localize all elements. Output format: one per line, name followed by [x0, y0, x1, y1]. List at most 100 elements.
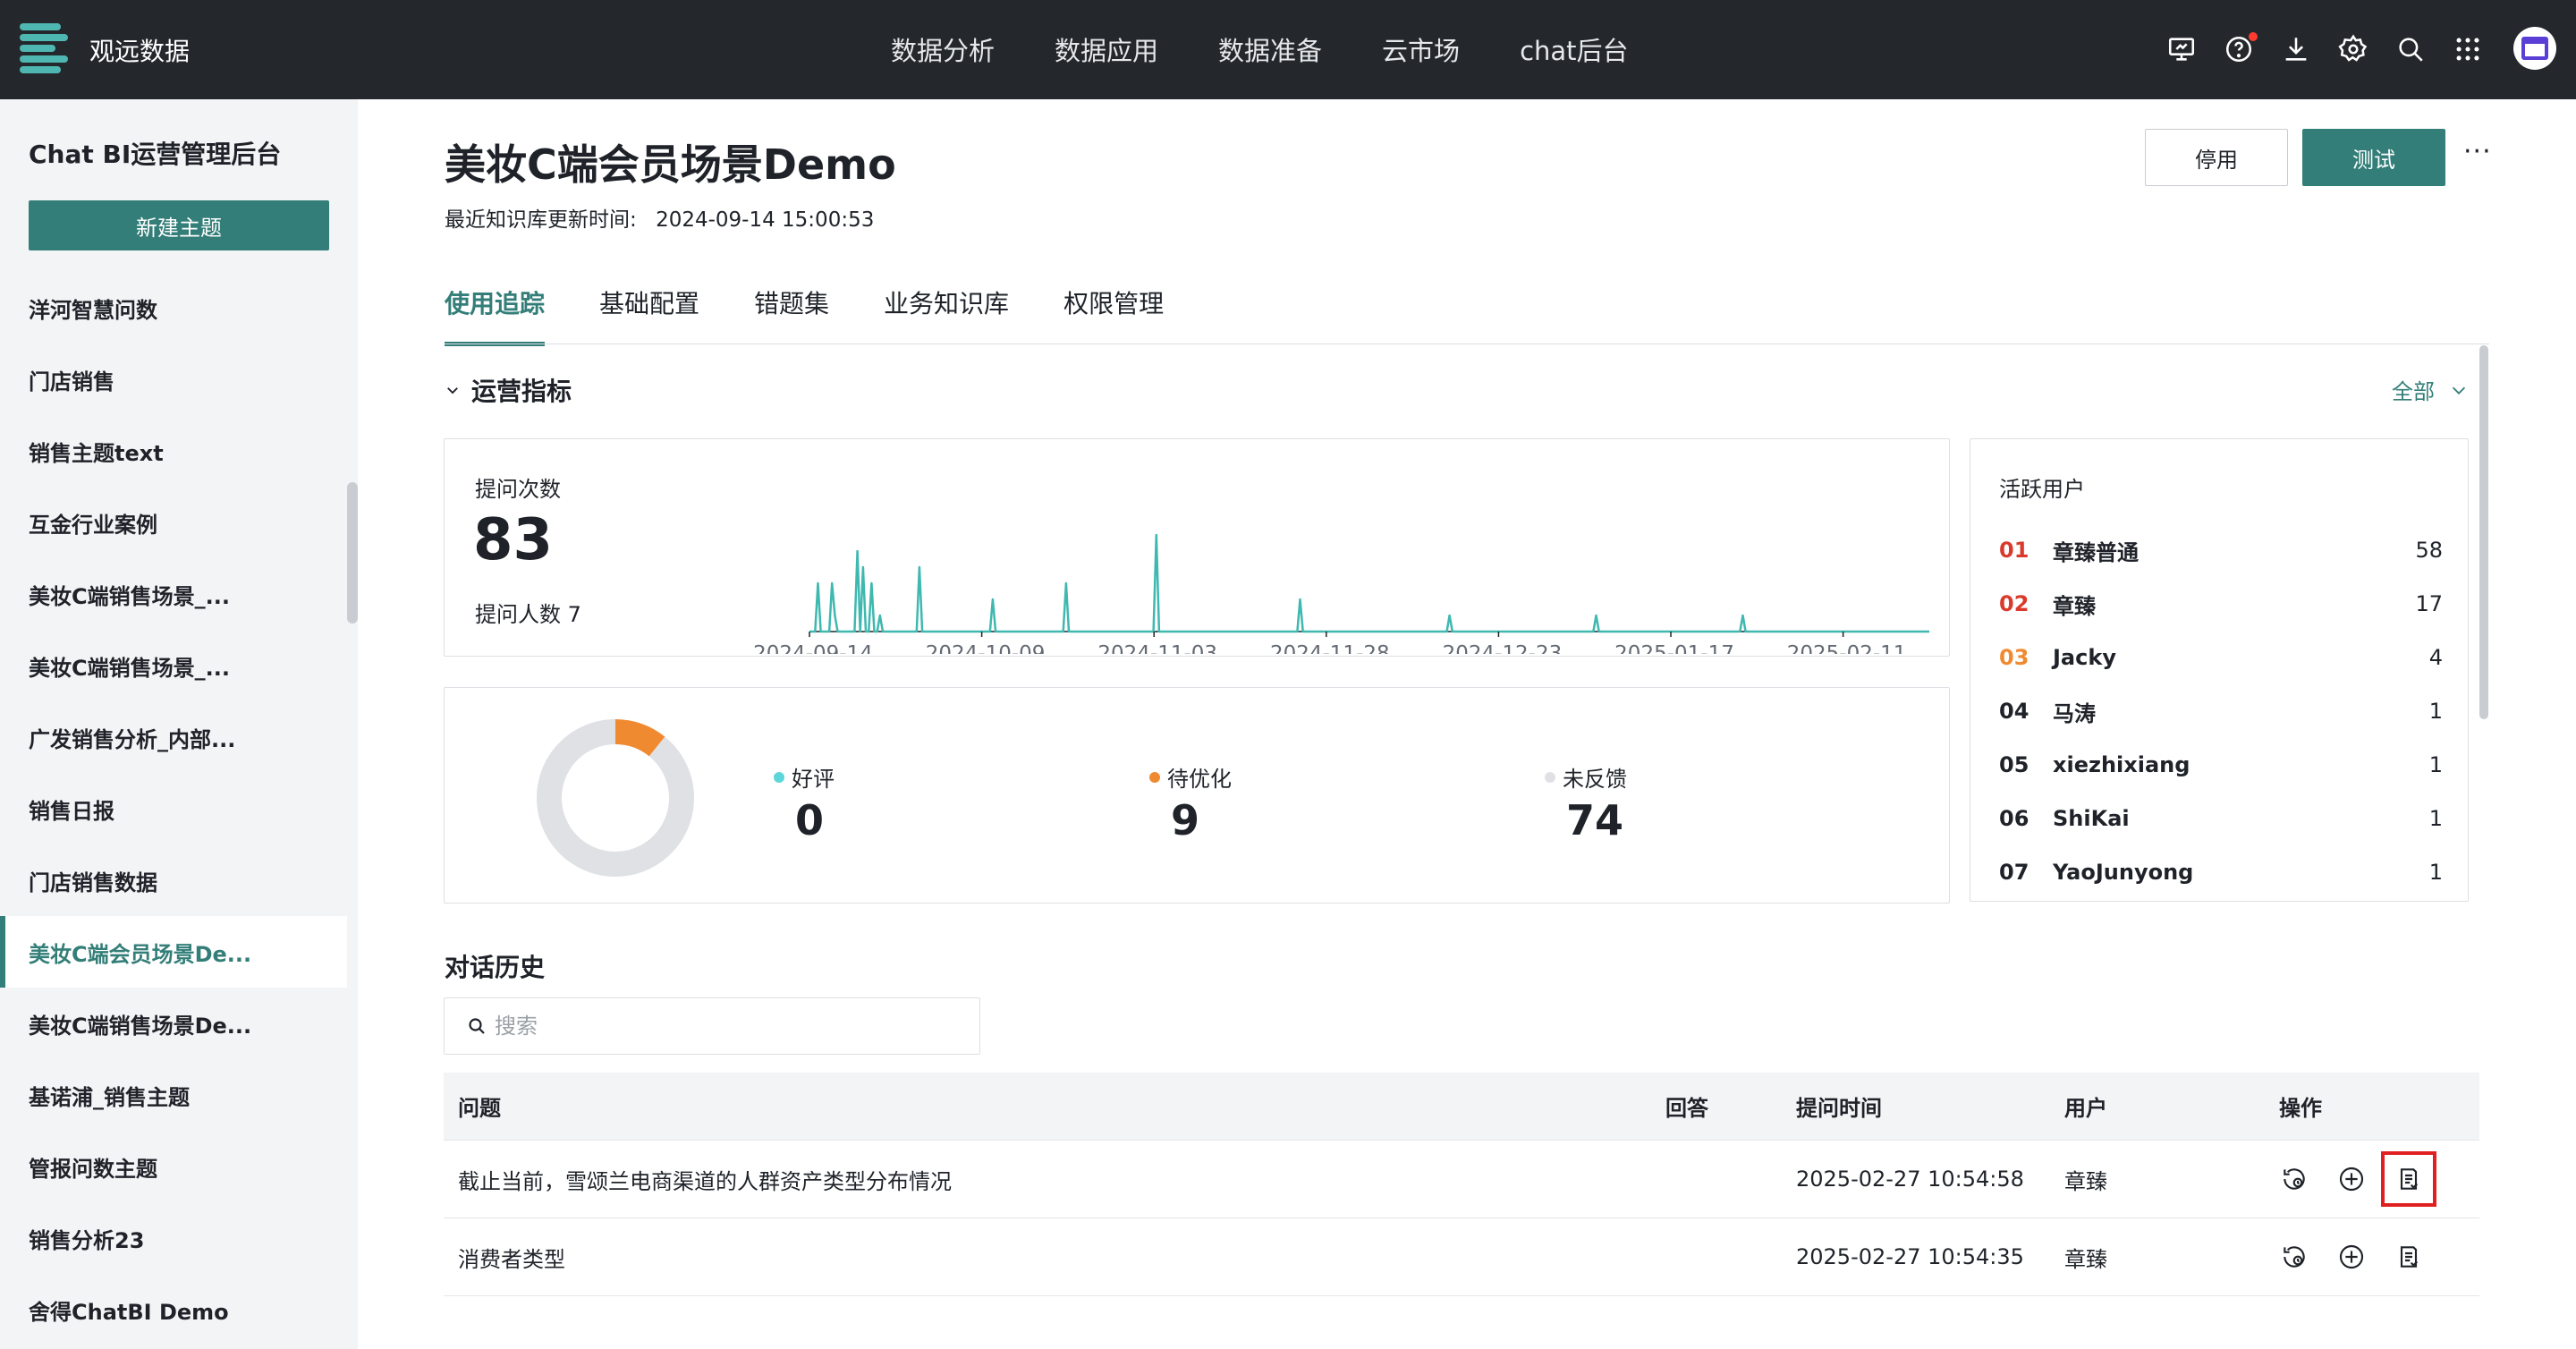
search-icon: [469, 1018, 485, 1034]
user-name: Jacky: [2053, 645, 2116, 670]
test-button[interactable]: 测试: [2302, 129, 2445, 186]
user-avatar[interactable]: [2513, 27, 2556, 70]
col-time: 提问时间: [1796, 1096, 1882, 1121]
sidebar-item[interactable]: 美妆C端销售场景_...: [0, 558, 358, 630]
presentation-icon[interactable]: [2166, 34, 2197, 64]
sidebar-item[interactable]: 门店销售: [0, 344, 358, 415]
sidebar-item[interactable]: 广发销售分析_内部...: [0, 701, 358, 773]
col-user: 用户: [2064, 1096, 2107, 1121]
x-tick-label: 2024-12-23: [1443, 642, 1563, 654]
x-tick-label: 2024-11-03: [1097, 642, 1217, 654]
brand-name[interactable]: 观远数据: [89, 32, 190, 68]
none-legend-dot: [1545, 771, 1555, 783]
tab-knowledge-base[interactable]: 业务知识库: [884, 284, 1009, 346]
logo-icon[interactable]: [20, 23, 68, 73]
active-users-title: 活跃用户: [1999, 477, 2085, 502]
history-search-box[interactable]: [444, 997, 980, 1055]
download-icon[interactable]: [2281, 34, 2311, 64]
main-scrollbar[interactable]: [2479, 345, 2488, 719]
user-rank: 01: [1999, 538, 2029, 563]
good-legend-dot: [774, 771, 784, 783]
feedback-good: 好评 0: [774, 761, 835, 844]
feedback-pending: 待优化 9: [1149, 761, 1232, 844]
apps-grid-icon[interactable]: [2453, 34, 2483, 64]
active-user-row: 03 Jacky 4: [1999, 631, 2443, 684]
active-users-card: 活跃用户 01 章臻普通 58 02 章臻 17 03 Jacky 4 04 马涛 1 05 xiezhi…: [1970, 438, 2469, 902]
question-count-card: 提问次数 83 提问人数 7 2024-09-14 2024-10-09 2024-…: [444, 438, 1950, 657]
tab-bar: 使用追踪 基础配置 错题集 业务知识库 权限管理: [445, 284, 1218, 346]
pending-label: 待优化: [1167, 767, 1232, 792]
nav-cloud-market[interactable]: 云市场: [1382, 30, 1460, 68]
range-filter-value: 全部: [2392, 379, 2435, 404]
knowledge-update-time: 最近知识库更新时间: 2024-09-14 15:00:53: [445, 202, 874, 233]
history-icon[interactable]: [2279, 1242, 2309, 1272]
help-icon[interactable]: [2224, 32, 2258, 64]
new-topic-button[interactable]: 新建主题: [29, 200, 329, 250]
settings-icon[interactable]: [2338, 34, 2368, 64]
sidebar-item[interactable]: 销售主题text: [0, 415, 358, 487]
sidebar-item[interactable]: 销售分析23: [0, 1202, 358, 1274]
nav-data-prep[interactable]: 数据准备: [1218, 30, 1322, 68]
sidebar-item[interactable]: 互金行业案例: [0, 487, 358, 558]
sidebar-item[interactable]: 门店销售数据: [0, 844, 358, 916]
user-rank: 07: [1999, 860, 2029, 885]
tab-error-set[interactable]: 错题集: [754, 284, 829, 346]
question-trend-chart: 2024-09-14 2024-10-09 2024-11-03 2024-11-28…: [753, 533, 1929, 654]
user-cell: 章臻: [2064, 1168, 2107, 1194]
table-row[interactable]: 截止当前，雪颂兰电商渠道的人群资产类型分布情况 2025-02-27 10:54:…: [444, 1141, 2479, 1218]
disable-button[interactable]: 停用: [2145, 129, 2288, 186]
sidebar-item[interactable]: 美妆C端销售场景_...: [0, 630, 358, 701]
sidebar-scrollbar[interactable]: [347, 482, 358, 624]
history-search-input[interactable]: [495, 1014, 942, 1039]
metrics-section-toggle[interactable]: 运营指标: [445, 372, 572, 408]
time-cell: 2025-02-27 10:54:35: [1796, 1244, 2024, 1269]
nav-chat-admin[interactable]: chat后台: [1520, 30, 1628, 68]
history-title: 对话历史: [445, 953, 546, 982]
user-rank: 03: [1999, 645, 2029, 670]
sidebar-title: Chat BI运营管理后台: [29, 140, 282, 169]
tab-usage-tracking[interactable]: 使用追踪: [445, 284, 546, 346]
search-icon[interactable]: [2395, 34, 2426, 64]
sidebar-item[interactable]: 美妆C端销售场景De...: [0, 988, 358, 1059]
range-filter-select[interactable]: 全部: [2392, 374, 2469, 405]
document-icon[interactable]: [2394, 1242, 2424, 1272]
user-name: ShiKai: [2053, 806, 2130, 831]
history-icon[interactable]: [2279, 1164, 2309, 1194]
tab-permissions[interactable]: 权限管理: [1063, 284, 1164, 346]
sidebar-item[interactable]: 美妆C端会员场景De...: [0, 916, 347, 988]
none-label: 未反馈: [1563, 767, 1627, 792]
feedback-card: 好评 0 待优化 9 未反馈 74: [444, 687, 1950, 904]
active-user-row: 07 YaoJunyong 1: [1999, 845, 2443, 899]
document-icon[interactable]: [2381, 1151, 2436, 1207]
asker-count-label: 提问人数 7: [475, 602, 581, 627]
x-tick-label: 2024-11-28: [1270, 642, 1390, 654]
sidebar-item[interactable]: 管报问数主题: [0, 1131, 358, 1202]
user-rank: 04: [1999, 699, 2029, 724]
sidebar-item[interactable]: 洋河智慧问数: [0, 272, 358, 344]
user-question-count: 17: [2415, 591, 2443, 616]
main-nav: 数据分析 数据应用 数据准备 云市场 chat后台: [891, 30, 1689, 68]
active-user-row: 01 章臻普通 58: [1999, 523, 2443, 577]
x-tick-label: 2025-01-17: [1614, 642, 1734, 654]
add-circle-icon[interactable]: [2336, 1242, 2367, 1272]
add-circle-icon[interactable]: [2336, 1164, 2367, 1194]
sidebar-item[interactable]: 舍得ChatBI Demo: [0, 1274, 358, 1345]
notification-dot: [2249, 32, 2258, 41]
user-name: YaoJunyong: [2053, 860, 2194, 885]
sidebar-item[interactable]: 基诺浦_销售主题: [0, 1059, 358, 1131]
user-rank: 06: [1999, 806, 2029, 831]
more-options-icon[interactable]: ···: [2463, 136, 2492, 167]
question-count-label: 提问次数: [475, 477, 561, 502]
time-cell: 2025-02-27 10:54:58: [1796, 1167, 2024, 1192]
user-question-count: 1: [2428, 806, 2443, 831]
x-tick-label: 2025-02-11: [1787, 642, 1907, 654]
x-tick-label: 2024-10-09: [926, 642, 1046, 654]
history-table-header: 问题 回答 提问时间 用户 操作: [444, 1073, 2479, 1141]
nav-data-apps[interactable]: 数据应用: [1055, 30, 1158, 68]
nav-data-analysis[interactable]: 数据分析: [891, 30, 995, 68]
col-question: 问题: [458, 1096, 501, 1121]
tab-basic-config[interactable]: 基础配置: [599, 284, 699, 346]
table-row[interactable]: 消费者类型 2025-02-27 10:54:35 章臻: [444, 1218, 2479, 1296]
sidebar-item[interactable]: 销售日报: [0, 773, 358, 844]
col-answer: 回答: [1665, 1096, 1708, 1121]
